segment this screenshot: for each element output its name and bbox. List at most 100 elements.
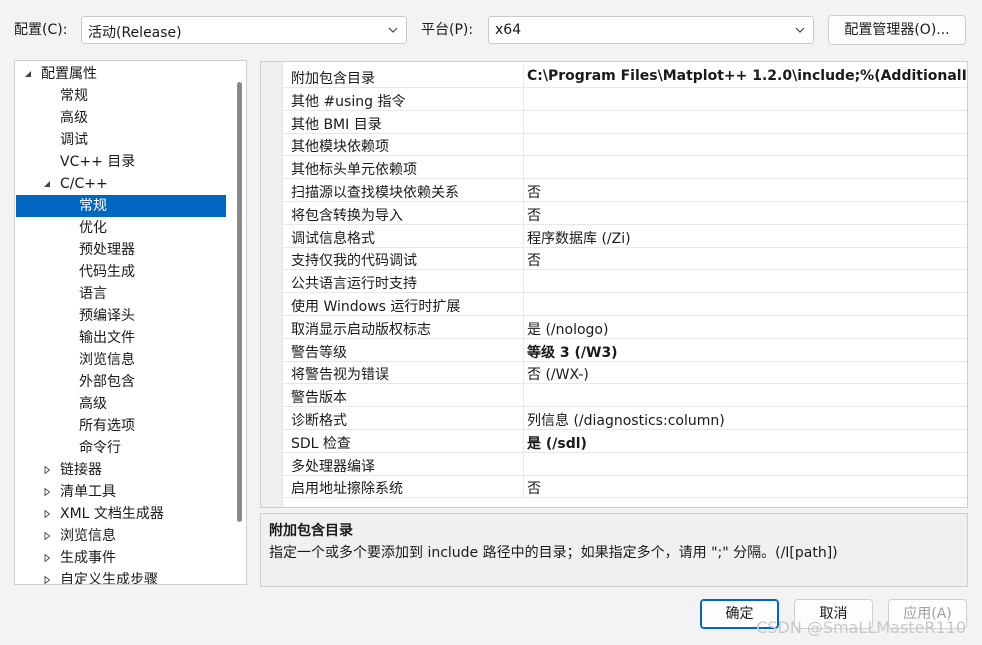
tree-item[interactable]: 高级	[16, 107, 226, 129]
tree-item[interactable]: C/C++	[16, 173, 226, 195]
tree-item[interactable]: 输出文件	[16, 327, 226, 349]
property-value[interactable]: 程序数据库 (/Zi)	[527, 228, 967, 248]
tree-item[interactable]: 优化	[16, 217, 226, 239]
tree-item-label: 自定义生成步骤	[60, 572, 158, 585]
tree-item[interactable]: 清单工具	[16, 481, 226, 503]
column-divider	[523, 293, 524, 315]
column-divider	[523, 407, 524, 429]
property-tree[interactable]: 配置属性 常规 高级 调试 VC++ 目录 C/C++ 常规 优化 预处理器 代码生成 语言 预编译头…	[14, 60, 247, 585]
tree-item[interactable]: 命令行	[16, 437, 226, 459]
collapsed-triangle-icon[interactable]	[43, 466, 51, 474]
property-row[interactable]: 支持仅我的代码调试 否	[283, 247, 967, 271]
property-row[interactable]: 调试信息格式 程序数据库 (/Zi)	[283, 224, 967, 248]
property-value[interactable]: 否	[527, 478, 967, 498]
property-value[interactable]: 列信息 (/diagnostics:column)	[527, 410, 967, 430]
column-divider	[523, 156, 524, 179]
tree-item-label: 链接器	[60, 462, 102, 478]
tree-item[interactable]: 自定义生成步骤	[16, 569, 226, 585]
property-row[interactable]: 其他 BMI 目录	[283, 110, 967, 134]
tree-item[interactable]: 预编译头	[16, 305, 226, 327]
tree-item-label: 高级	[60, 110, 88, 126]
property-value[interactable]: 否	[527, 250, 967, 270]
tree-item[interactable]: 调试	[16, 129, 226, 151]
column-divider	[523, 429, 524, 452]
property-row[interactable]: 扫描源以查找模块依赖关系 否	[283, 179, 967, 202]
collapsed-triangle-icon[interactable]	[43, 576, 51, 584]
property-row[interactable]: 将包含转换为导入 否	[283, 201, 967, 225]
column-divider	[523, 110, 524, 133]
tree-item[interactable]: 高级	[16, 393, 226, 415]
tree-item[interactable]: 配置属性	[16, 63, 226, 85]
tree-item[interactable]: 预处理器	[16, 239, 226, 261]
tree-item[interactable]: 常规	[16, 85, 226, 107]
column-divider	[523, 201, 524, 224]
collapsed-triangle-icon[interactable]	[43, 510, 51, 518]
tree-item[interactable]: 生成事件	[16, 547, 226, 569]
column-divider	[523, 361, 524, 384]
property-row[interactable]: 取消显示启动版权标志 是 (/nologo)	[283, 315, 967, 339]
property-name: 将警告视为错误	[291, 367, 389, 384]
column-divider	[523, 179, 524, 201]
column-divider	[523, 338, 524, 361]
property-name: 诊断格式	[291, 413, 347, 429]
collapsed-triangle-icon[interactable]	[43, 488, 51, 496]
property-row[interactable]: 警告等级 等级 3 (/W3)	[283, 338, 967, 362]
tree-item-label: 代码生成	[79, 264, 135, 280]
tree-item[interactable]: 浏览信息	[16, 349, 226, 371]
property-row[interactable]: 警告版本	[283, 384, 967, 408]
property-row[interactable]: 将警告视为错误 否 (/WX-)	[283, 361, 967, 385]
property-row[interactable]: 其他标头单元依赖项	[283, 156, 967, 180]
property-row[interactable]: 多处理器编译	[283, 452, 967, 476]
property-row[interactable]: 启用地址擦除系统 否	[283, 475, 967, 499]
tree-item[interactable]: 所有选项	[16, 415, 226, 437]
config-combobox[interactable]: 活动(Release)	[81, 16, 407, 44]
property-value[interactable]: 否	[527, 205, 967, 225]
platform-combobox[interactable]: x64	[488, 16, 814, 44]
tree-item-label: C/C++	[60, 176, 108, 192]
property-value[interactable]: 是 (/nologo)	[527, 319, 967, 339]
tree-item[interactable]: XML 文档生成器	[16, 503, 226, 525]
tree-item[interactable]: 语言	[16, 283, 226, 305]
property-name: 多处理器编译	[291, 458, 375, 475]
property-row[interactable]: SDL 检查 是 (/sdl)	[283, 429, 967, 453]
column-divider	[523, 384, 524, 407]
property-name: SDL 检查	[291, 435, 351, 452]
tree-item[interactable]: 外部包含	[16, 371, 226, 393]
property-row[interactable]: 使用 Windows 运行时扩展	[283, 293, 967, 316]
tree-item-label: 浏览信息	[79, 352, 135, 368]
tree-item-label: VC++ 目录	[60, 154, 136, 170]
property-value[interactable]: 等级 3 (/W3)	[527, 342, 967, 362]
collapsed-triangle-icon[interactable]	[43, 532, 51, 540]
tree-scrollbar-thumb[interactable]	[237, 82, 242, 522]
tree-scrollbar[interactable]	[233, 62, 245, 583]
column-divider	[523, 315, 524, 338]
config-manager-button[interactable]: 配置管理器(O)...	[828, 15, 966, 45]
property-value[interactable]: 否	[527, 182, 967, 202]
property-row[interactable]: 诊断格式 列信息 (/diagnostics:column)	[283, 407, 967, 430]
property-row[interactable]: 其他模块依赖项	[283, 133, 967, 157]
collapsed-triangle-icon[interactable]	[43, 554, 51, 562]
tree-item-label: 生成事件	[60, 550, 116, 566]
property-value[interactable]: 是 (/sdl)	[527, 433, 967, 453]
description-panel: 附加包含目录 指定一个或多个要添加到 include 路径中的目录；如果指定多个…	[260, 513, 968, 587]
expanded-triangle-icon[interactable]	[24, 70, 32, 78]
property-name: 其他模块依赖项	[291, 139, 389, 156]
tree-item[interactable]: VC++ 目录	[16, 151, 226, 173]
expanded-triangle-icon[interactable]	[43, 180, 51, 188]
property-row[interactable]: 附加包含目录 C:\Program Files\Matplot++ 1.2.0\i…	[283, 65, 967, 88]
property-value[interactable]: 否 (/WX-)	[527, 364, 967, 384]
property-name: 附加包含目录	[291, 71, 375, 87]
tree-item-label: 语言	[79, 286, 107, 302]
property-grid[interactable]: 附加包含目录 C:\Program Files\Matplot++ 1.2.0\i…	[260, 61, 968, 508]
tree-item-label: 浏览信息	[60, 528, 116, 544]
watermark: CSDN @SmaLLMasteR110	[756, 618, 966, 637]
property-row[interactable]: 其他 #using 指令	[283, 87, 967, 111]
tree-item-label: 高级	[79, 396, 107, 412]
tree-item[interactable]: 链接器	[16, 459, 226, 481]
tree-item[interactable]: 浏览信息	[16, 525, 226, 547]
tree-item[interactable]: 常规	[16, 195, 226, 217]
tree-item[interactable]: 代码生成	[16, 261, 226, 283]
property-row[interactable]: 公共语言运行时支持	[283, 270, 967, 294]
chevron-down-icon	[388, 27, 398, 33]
property-value[interactable]: C:\Program Files\Matplot++ 1.2.0\include…	[527, 68, 967, 84]
